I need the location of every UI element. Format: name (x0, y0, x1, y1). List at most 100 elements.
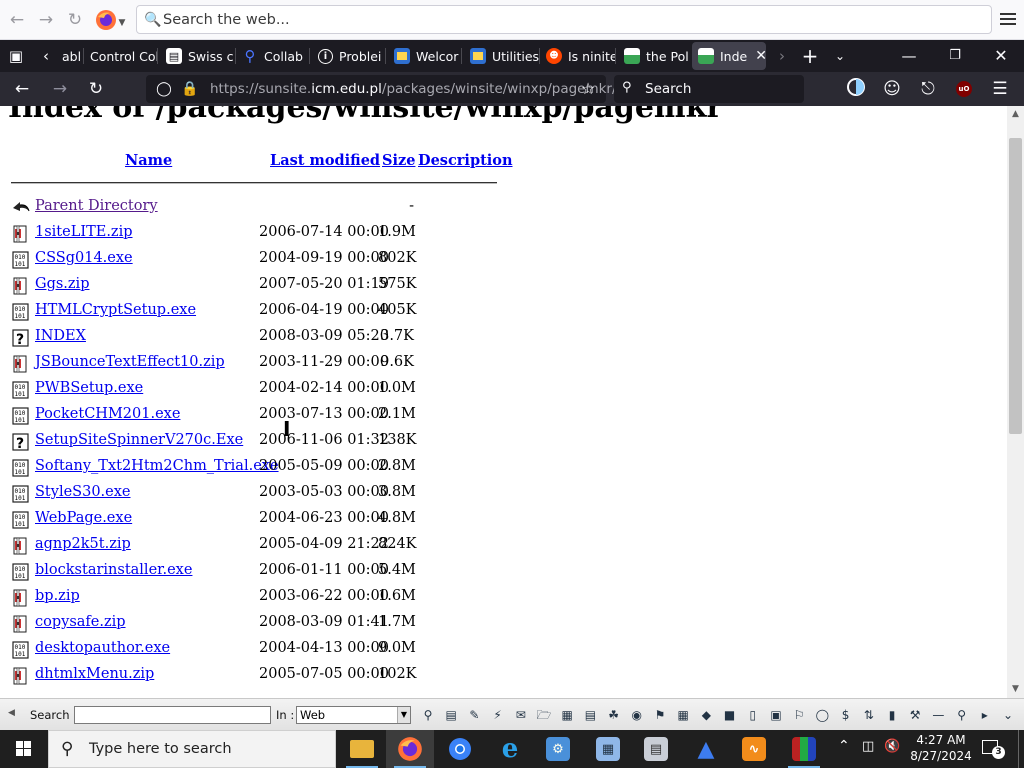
tab-3[interactable]: ▤ Swiss c (160, 40, 236, 72)
search-scope-select[interactable]: Web ▼ (296, 706, 411, 724)
minimize-icon[interactable]: — (886, 40, 932, 72)
column-header-size[interactable]: Size (382, 152, 415, 169)
forward-icon[interactable]: → (48, 77, 72, 101)
tab-8[interactable]: ☻ Is ninite (540, 40, 616, 72)
forward-arrow-icon[interactable]: → (35, 9, 57, 31)
folders-icon[interactable]: ▦ (559, 707, 575, 723)
file-link[interactable]: Parent Directory (35, 198, 158, 214)
bookmark-icon[interactable]: ⚑ (652, 707, 668, 723)
file-link[interactable]: HTMLCryptSetup.exe (35, 302, 196, 318)
tab-9[interactable]: the Pol (618, 40, 692, 72)
notes-icon[interactable]: ▤ (582, 707, 598, 723)
taskbar-search-box[interactable]: ⚲ Type here to search (48, 730, 336, 768)
network-icon[interactable]: ◫ (862, 739, 874, 754)
restore-icon[interactable]: ❐ (932, 40, 978, 72)
new-tab-icon[interactable]: + (798, 40, 822, 72)
binoculars-icon[interactable]: ◉ (629, 707, 645, 723)
bug-icon[interactable]: ☘ (606, 707, 622, 723)
list-all-tabs-icon[interactable]: ⌄ (828, 40, 852, 72)
lock-icon[interactable]: 🔒 (180, 79, 200, 99)
show-hidden-icons-icon[interactable]: ⌃ (838, 738, 850, 754)
column-header-name[interactable]: Name (125, 152, 172, 169)
scroll-down-icon[interactable]: ▼ (1007, 684, 1024, 694)
file-link[interactable]: 1siteLITE.zip (35, 224, 133, 240)
tab-2[interactable]: Control Col (84, 40, 158, 72)
tab-10-active[interactable]: Inde ✕ (692, 42, 766, 70)
file-link[interactable]: desktopauthor.exe (35, 640, 170, 656)
file-link[interactable]: agnp2k5t.zip (35, 536, 131, 552)
tab-overview-icon[interactable]: ▣ (4, 40, 28, 72)
file-link[interactable]: Softany_Txt2Htm2Chm_Trial.exe (35, 458, 279, 474)
start-button[interactable] (0, 730, 48, 768)
close-tab-icon[interactable]: ✕ (755, 48, 766, 64)
dollar-icon[interactable]: $ (838, 707, 854, 723)
notifications-button[interactable]: 3 (980, 738, 1005, 759)
lightning-icon[interactable]: ⚡ (490, 707, 506, 723)
app-taskbar-button-8[interactable]: ▲ (682, 730, 730, 768)
bulb-icon[interactable]: ◯ (814, 707, 830, 723)
show-desktop-button[interactable] (1018, 730, 1024, 768)
app-taskbar-button-6[interactable]: ▦ (584, 730, 632, 768)
url-text[interactable]: https://sunsite.icm.edu.pl/packages/wins… (210, 81, 617, 97)
hamburger-menu-icon[interactable] (998, 10, 1018, 30)
addon-search-input[interactable] (74, 706, 271, 724)
tab-6[interactable]: Welcor (388, 40, 462, 72)
shield-icon[interactable]: ◯ (154, 79, 174, 99)
column-header-description[interactable]: Description (418, 152, 513, 169)
internet-explorer-taskbar-button[interactable]: e (486, 730, 534, 768)
scroll-up-icon[interactable]: ▲ (1007, 109, 1024, 119)
close-window-icon[interactable]: ✕ (978, 40, 1024, 72)
extensions-icon[interactable]: ⎋ (916, 77, 940, 101)
tab-scroll-left-icon[interactable]: ‹ (34, 40, 58, 72)
search-box[interactable]: ⚲ Search (614, 75, 804, 103)
firefox-menu-button[interactable]: ▼ (94, 9, 126, 31)
tools-icon[interactable]: ⚒ (907, 707, 923, 723)
search-go-icon[interactable]: ⚲ (420, 707, 436, 723)
app-taskbar-button-7[interactable]: ▤ (632, 730, 680, 768)
folder-open-icon[interactable]: 🗁 (536, 707, 552, 723)
mail-icon[interactable]: ✉ (513, 707, 529, 723)
archiver-taskbar-button[interactable] (780, 730, 828, 768)
file-link[interactable]: copysafe.zip (35, 614, 126, 630)
privacy-shield-icon[interactable] (844, 77, 868, 101)
clipboard-icon[interactable]: ▯ (745, 707, 761, 723)
file-link[interactable]: WebPage.exe (35, 510, 132, 526)
file-link[interactable]: INDEX (35, 328, 86, 344)
clock[interactable]: 4:27 AM 8/27/2024 (910, 732, 972, 764)
tab-1[interactable]: abl (56, 40, 84, 72)
tab-7[interactable]: Utilities (464, 40, 540, 72)
highlight-icon[interactable]: ✎ (466, 707, 482, 723)
dropdown-arrow-icon[interactable]: ▼ (397, 707, 410, 723)
file-link[interactable]: PWBSetup.exe (35, 380, 143, 396)
back-arrow-icon[interactable]: ← (6, 9, 28, 31)
file-explorer-taskbar-button[interactable] (338, 730, 386, 768)
cube-icon[interactable]: ■ (722, 707, 738, 723)
chrome-taskbar-button[interactable] (436, 730, 484, 768)
account-icon[interactable]: ☺ (880, 77, 904, 101)
toolbar-grip-icon[interactable]: ◀ (8, 708, 15, 718)
column-header-last-modified[interactable]: Last modified (270, 152, 380, 169)
battery-icon[interactable]: ▮ (884, 707, 900, 723)
file-link[interactable]: bp.zip (35, 588, 80, 604)
tag-icon[interactable]: ⚐ (791, 707, 807, 723)
tab-scroll-right-icon[interactable]: › (770, 40, 794, 72)
page-icon[interactable]: ▤ (443, 707, 459, 723)
web-search-field[interactable]: 🔍 Search the web... (136, 5, 992, 34)
back-icon[interactable]: ← (10, 77, 34, 101)
chevron-down-icon[interactable]: ⌄ (1000, 707, 1016, 723)
line-icon[interactable]: — (930, 707, 946, 723)
ublock-icon[interactable]: uO (952, 77, 976, 101)
bookmark-star-icon[interactable]: ☆ (578, 79, 598, 99)
diamond-icon[interactable]: ◆ (698, 707, 714, 723)
app-taskbar-button-5[interactable]: ⚙ (534, 730, 582, 768)
volume-muted-icon[interactable]: 🔇 (884, 739, 900, 754)
file-link[interactable]: StyleS30.exe (35, 484, 131, 500)
compass-icon[interactable]: ⚲ (954, 707, 970, 723)
reload-icon[interactable]: ↻ (64, 9, 86, 31)
file-link[interactable]: JSBounceTextEffect10.zip (35, 354, 225, 370)
file-link[interactable]: CSSg014.exe (35, 250, 133, 266)
file-link[interactable]: dhtmlxMenu.zip (35, 666, 154, 682)
file-link[interactable]: blockstarinstaller.exe (35, 562, 192, 578)
file-link[interactable]: Ggs.zip (35, 276, 89, 292)
image-icon[interactable]: ▣ (768, 707, 784, 723)
